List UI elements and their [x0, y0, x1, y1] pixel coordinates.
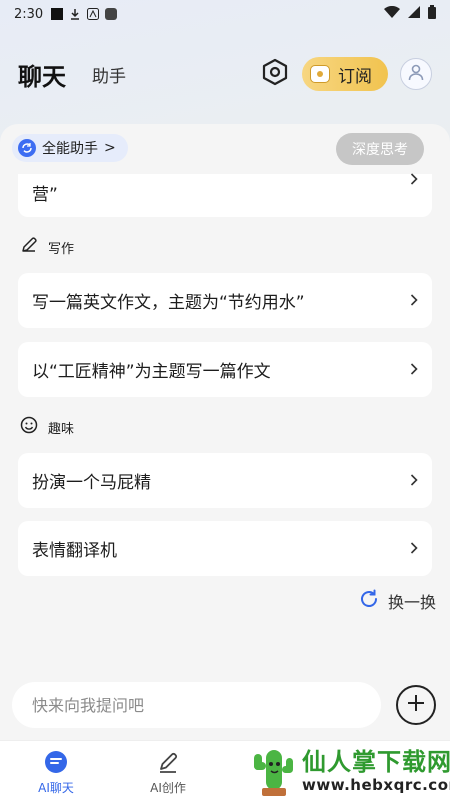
app-badge-icon [105, 8, 118, 20]
add-button[interactable] [396, 685, 436, 725]
chevron-right-icon: > [104, 140, 116, 156]
question-input-container[interactable] [12, 682, 381, 728]
hexagon-settings-icon [262, 58, 288, 90]
smiley-icon [20, 416, 38, 438]
nav-ai-chat[interactable]: AI聊天 [0, 741, 112, 800]
pen-icon [155, 749, 181, 775]
section-fun: 趣味 [20, 416, 74, 438]
app-notification-icon [87, 8, 100, 20]
subscribe-button[interactable]: 订阅 [302, 57, 388, 91]
nav-ai-chat-label: AI聊天 [38, 781, 74, 795]
signal-icon [408, 6, 420, 22]
nav-ai-create-label: AI创作 [150, 781, 186, 795]
watermark-url: www.hebxqrc.com [302, 776, 450, 794]
list-item[interactable]: 营” [18, 173, 432, 217]
chevron-right-icon [410, 170, 418, 189]
main-panel: 全能助手 > 深度思考 营” 写作 写一篇英文作文，主题为“节约用水” 以“工匠… [0, 124, 450, 740]
list-item[interactable]: 以“工匠精神”为主题写一篇作文 [18, 342, 432, 397]
cactus-logo-icon [250, 742, 296, 800]
section-title: 趣味 [48, 421, 75, 437]
list-item-label: 营” [32, 185, 58, 205]
avatar[interactable] [400, 58, 432, 90]
settings-button[interactable] [260, 58, 290, 90]
question-input[interactable] [32, 695, 361, 715]
list-item-label: 以“工匠精神”为主题写一篇作文 [32, 362, 271, 382]
coupon-icon [310, 65, 330, 83]
status-right [384, 5, 436, 23]
status-time: 2:30 [14, 6, 44, 22]
header-actions: 订阅 [260, 57, 432, 91]
assistant-selector-label: 全能助手 [42, 141, 98, 157]
refresh-circle-icon [18, 139, 36, 157]
chevron-right-icon [410, 291, 418, 310]
nav-ai-create[interactable]: AI创作 [112, 741, 224, 800]
chat-icon [43, 749, 69, 775]
suggestion-list[interactable]: 营” 写作 写一篇英文作文，主题为“节约用水” 以“工匠精神”为主题写一篇作文 [0, 173, 450, 604]
battery-icon [428, 5, 436, 23]
header: 聊天 助手 订阅 [0, 44, 450, 104]
chevron-right-icon [410, 360, 418, 379]
list-item[interactable]: 写一篇英文作文，主题为“节约用水” [18, 273, 432, 328]
download-icon [69, 8, 81, 20]
watermark: 仙人掌下载网 www.hebxqrc.com [250, 742, 450, 800]
chevron-right-icon [410, 539, 418, 558]
list-item-label: 写一篇英文作文，主题为“节约用水” [32, 293, 305, 313]
plus-icon [406, 693, 426, 717]
wifi-icon [384, 5, 400, 22]
notification-icon [51, 8, 64, 20]
watermark-title: 仙人掌下载网 [302, 748, 450, 776]
user-icon [407, 63, 425, 85]
assistant-selector[interactable]: 全能助手 > [12, 134, 128, 162]
deep-think-toggle[interactable]: 深度思考 [336, 133, 424, 165]
tab-assistant[interactable]: 助手 [92, 62, 126, 87]
list-item-label: 表情翻译机 [32, 541, 117, 561]
list-item-label: 扮演一个马屁精 [32, 473, 151, 493]
tab-chat[interactable]: 聊天 [18, 57, 66, 92]
pencil-icon [20, 236, 38, 258]
list-item[interactable]: 表情翻译机 [18, 521, 432, 576]
watermark-text: 仙人掌下载网 www.hebxqrc.com [302, 748, 450, 794]
chevron-right-icon [410, 471, 418, 490]
section-writing: 写作 [20, 236, 74, 258]
subscribe-label: 订阅 [338, 66, 372, 87]
refresh-label: 换一换 [387, 593, 436, 612]
refresh-button[interactable]: 换一换 [358, 588, 436, 614]
status-bar: 2:30 [0, 0, 450, 28]
section-title: 写作 [48, 241, 75, 257]
list-item[interactable]: 扮演一个马屁精 [18, 453, 432, 508]
refresh-icon [358, 588, 380, 614]
